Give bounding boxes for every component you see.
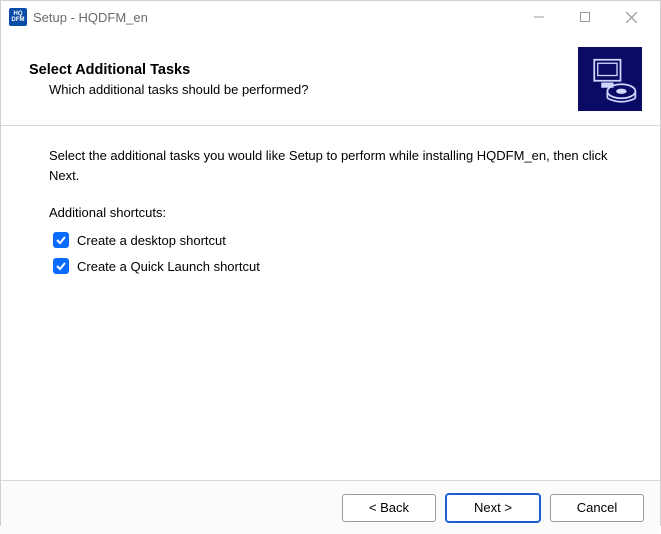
cancel-button[interactable]: Cancel xyxy=(550,494,644,522)
window-title: Setup - HQDFM_en xyxy=(33,10,148,25)
checkbox-label: Create a desktop shortcut xyxy=(77,233,226,248)
minimize-button[interactable] xyxy=(516,1,562,33)
shortcuts-group-label: Additional shortcuts: xyxy=(49,205,612,220)
back-button[interactable]: < Back xyxy=(342,494,436,522)
checkbox-row-quick-launch-shortcut[interactable]: Create a Quick Launch shortcut xyxy=(53,258,612,274)
checkbox-label: Create a Quick Launch shortcut xyxy=(77,259,260,274)
maximize-button[interactable] xyxy=(562,1,608,33)
wizard-header: Select Additional Tasks Which additional… xyxy=(1,33,660,126)
next-button[interactable]: Next > xyxy=(446,494,540,522)
disk-computer-icon xyxy=(578,47,642,111)
page-heading: Select Additional Tasks xyxy=(29,62,578,78)
app-icon: HQ DFM xyxy=(9,8,27,26)
checkbox-row-desktop-shortcut[interactable]: Create a desktop shortcut xyxy=(53,232,612,248)
wizard-content: Select the additional tasks you would li… xyxy=(1,126,660,480)
close-button[interactable] xyxy=(608,1,654,33)
page-subheading: Which additional tasks should be perform… xyxy=(49,82,578,97)
titlebar: HQ DFM Setup - HQDFM_en xyxy=(1,1,660,33)
instruction-text: Select the additional tasks you would li… xyxy=(49,146,612,185)
checkbox-desktop-shortcut[interactable] xyxy=(53,232,69,248)
app-icon-bottom: DFM xyxy=(12,17,25,23)
checkbox-quick-launch-shortcut[interactable] xyxy=(53,258,69,274)
